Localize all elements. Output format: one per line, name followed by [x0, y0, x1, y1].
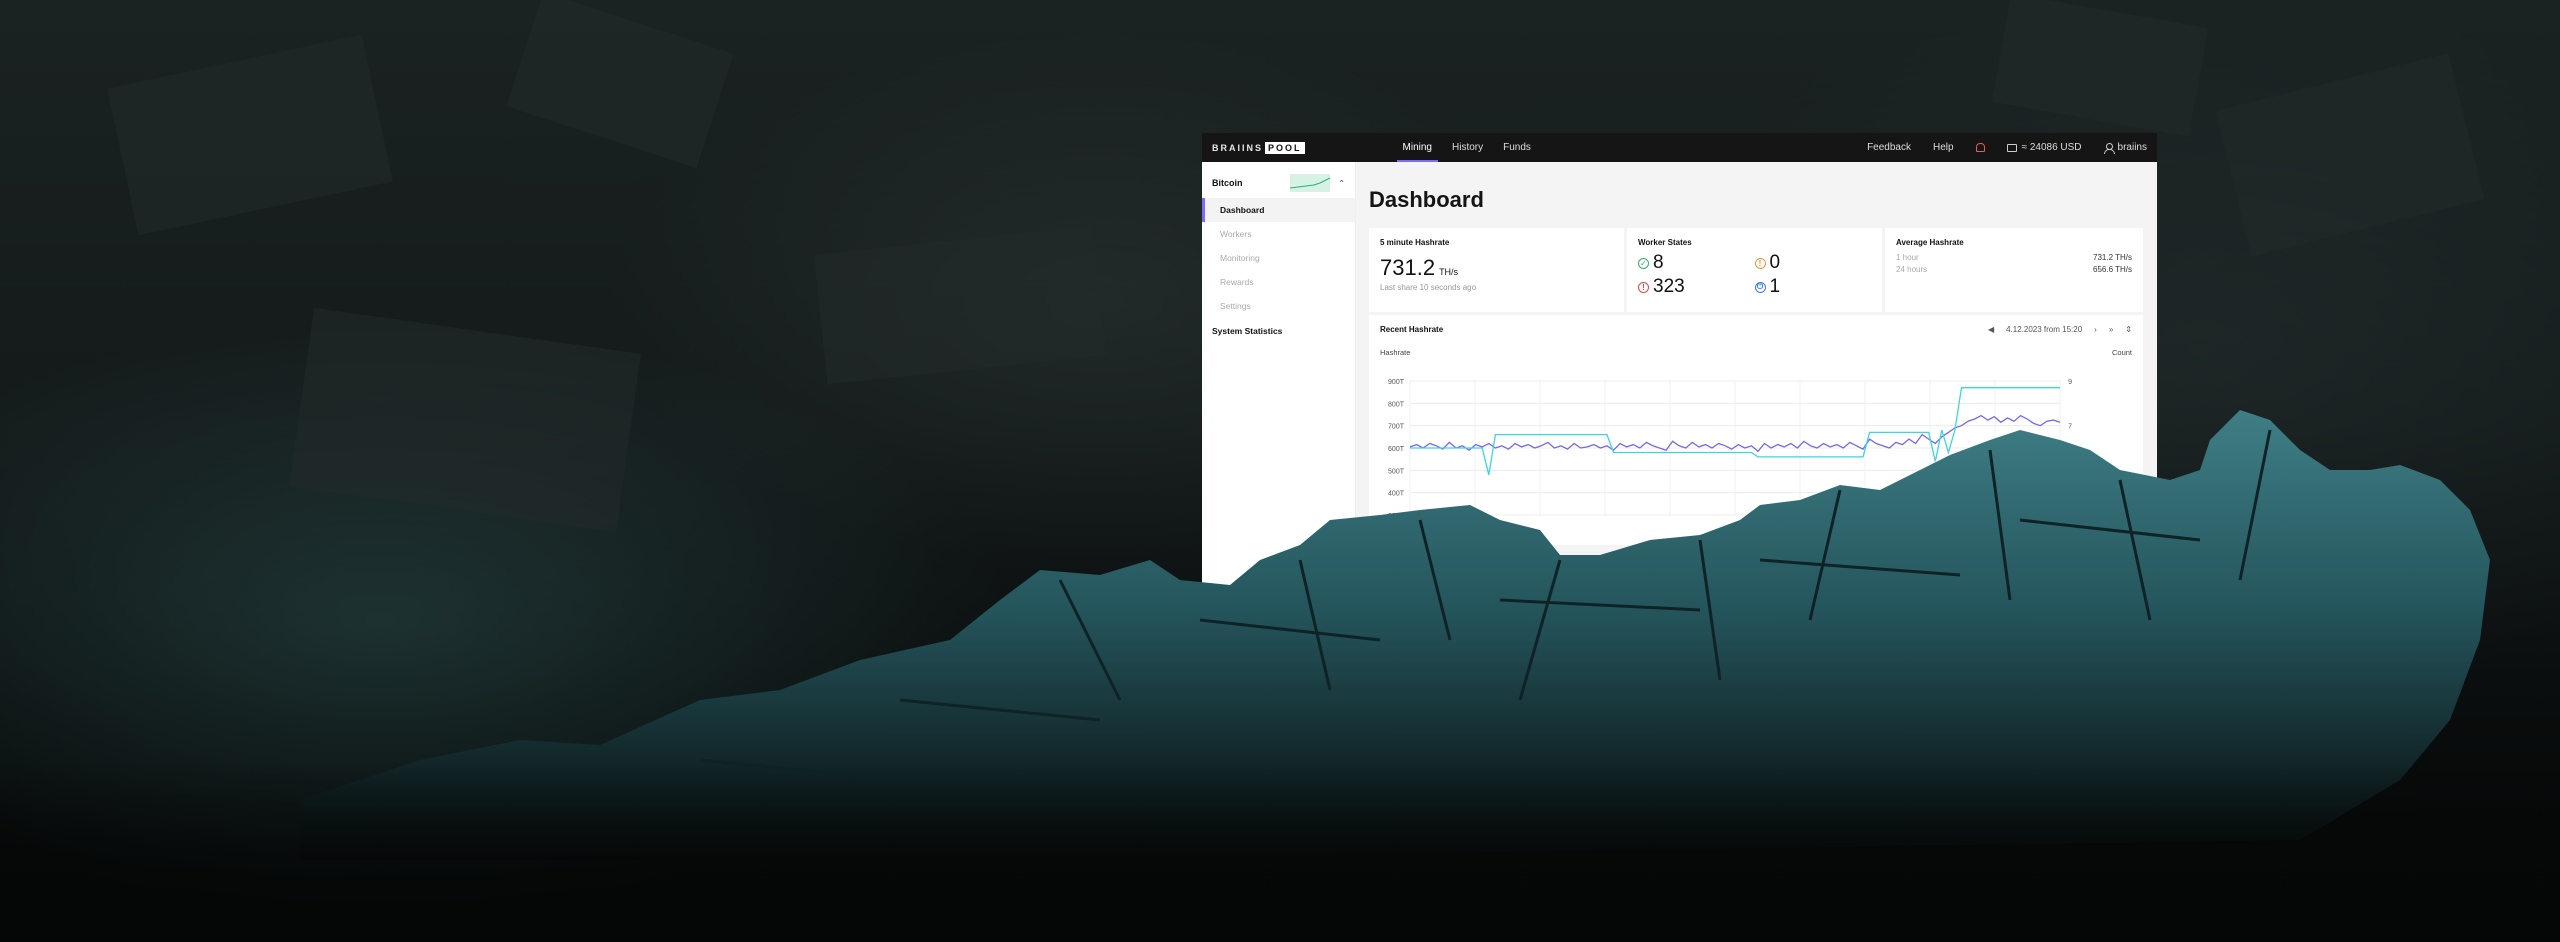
sidebar-item-settings[interactable]: Settings [1202, 294, 1355, 318]
error-circle-icon: ! [1638, 281, 1649, 293]
feedback-link[interactable]: Feedback [1867, 142, 1911, 153]
background-rock [506, 0, 734, 168]
top-right-nav: Feedback Help ≈ 24086 USD braiins [1867, 142, 2147, 154]
coin-sparkline [1290, 174, 1331, 192]
sparkline-chart [1290, 177, 1331, 189]
worker-states-title: Worker States [1638, 238, 1692, 247]
sidebar: Bitcoin ⌃ Dashboard Workers Monitoring R… [1202, 162, 1356, 693]
y2-tick-label: 9 [2068, 379, 2072, 386]
sidebar-item-monitoring[interactable]: Monitoring [1202, 246, 1355, 270]
sidebar-item-rewards[interactable]: Rewards [1202, 270, 1355, 294]
average-hashrate-title: Average Hashrate [1896, 238, 1964, 247]
y-tick-label: 800T [1388, 401, 1405, 408]
y2-tick-label: 3 [2068, 513, 2072, 520]
y-tick-label: 500T [1388, 468, 1405, 475]
date-range-label[interactable]: 4.12.2023 from 15:20 [2006, 325, 2082, 334]
next-range-icon[interactable]: › [2094, 325, 2097, 334]
wallet-icon [2006, 143, 2017, 152]
sidebar-item-dashboard[interactable]: Dashboard [1202, 198, 1355, 222]
y2-tick-label: 7 [2068, 424, 2072, 431]
coin-name: Bitcoin [1212, 178, 1243, 188]
hashrate-card-title: 5 minute Hashrate [1380, 238, 1450, 247]
background-rock [2215, 53, 2485, 257]
username: braiins [2117, 142, 2147, 153]
chevron-up-icon: ⌃ [1338, 178, 1345, 188]
avg-row-24h: 24 hours 656.6 TH/s [1896, 265, 2132, 274]
last-share-text: Last share 10 seconds ago [1380, 283, 1477, 292]
background-rock [107, 34, 393, 236]
right-axis-title: Count [2111, 348, 2132, 357]
help-link[interactable]: Help [1933, 142, 1954, 153]
left-axis-title: Hashrate [1380, 348, 1411, 357]
hashrate-value-row: 731.2 TH/s [1380, 255, 1613, 281]
app-window: BRAIINS POOL Mining History Funds Feedba… [1202, 133, 2157, 693]
y-tick-label: 700T [1388, 424, 1405, 431]
recent-hashrate-card: Recent Hashrate ◀ 4.12.2023 from 15:20 ›… [1369, 315, 2143, 545]
user-menu[interactable]: braiins [2103, 142, 2147, 154]
workers-off[interactable]: ⏻ 1 [1754, 276, 1872, 298]
chart-controls: ◀ 4.12.2023 from 15:20 › » ⇕ [1988, 325, 2132, 334]
workers-warning[interactable]: ! 0 [1754, 252, 1872, 274]
power-icon: ⏻ [1754, 281, 1766, 293]
avg-label: 1 hour [1896, 253, 1919, 262]
page-title: Dashboard [1369, 187, 1484, 212]
background-rock [1991, 0, 2209, 137]
avg-label: 24 hours [1896, 265, 1928, 274]
background-rock [813, 225, 1107, 385]
main-tabs: Mining History Funds [1393, 133, 1541, 162]
main-content: Dashboard 5 minute Hashrate 731.2 TH/s La… [1356, 162, 2157, 693]
sparkline-line [1290, 177, 1331, 189]
sidebar-item-system-statistics[interactable]: System Statistics [1202, 318, 1355, 344]
last-range-icon[interactable]: » [2109, 325, 2113, 334]
worker-states-grid: ✓ 8 ! 0 ! 323 ⏻ 1 [1638, 252, 1871, 298]
chart-header: Recent Hashrate ◀ 4.12.2023 from 15:20 ›… [1380, 325, 2132, 334]
avg-value: 731.2 TH/s [2093, 253, 2132, 262]
logo-pool-badge: POOL [1265, 141, 1305, 154]
balance-button[interactable]: ≈ 24086 USD [2006, 142, 2082, 153]
sidebar-item-workers[interactable]: Workers [1202, 222, 1355, 246]
notifications-button[interactable] [1975, 143, 1985, 152]
bell-icon [1975, 143, 1985, 152]
y-tick-label: 900T [1388, 379, 1405, 386]
avg-value: 656.6 TH/s [2093, 265, 2132, 274]
worker-states-card: Worker States ✓ 8 ! 0 ! 323 ⏻ 1 [1627, 228, 1882, 312]
y-tick-label: 400T [1388, 491, 1405, 498]
workers-ok[interactable]: ✓ 8 [1638, 252, 1755, 274]
tab-mining[interactable]: Mining [1393, 133, 1442, 162]
hashrate-unit: TH/s [1439, 267, 1459, 277]
workers-ok-count: 8 [1653, 252, 1664, 273]
average-hashrate-card: Average Hashrate 1 hour 731.2 TH/s 24 hou… [1885, 228, 2143, 312]
warning-circle-icon: ! [1754, 257, 1766, 269]
y-tick-label: 600T [1388, 446, 1405, 453]
workers-warning-count: 0 [1769, 252, 1781, 273]
hashrate-chart: 900T 800T 700T 600T 500T 400T 300T 9 7 5 3 [1388, 379, 2072, 520]
workers-error-count: 323 [1653, 276, 1685, 297]
tab-funds[interactable]: Funds [1493, 133, 1541, 162]
braiins-pool-logo[interactable]: BRAIINS POOL [1212, 141, 1305, 154]
y2-tick-label: 5 [2068, 468, 2072, 475]
prev-range-icon[interactable]: ◀ [1988, 325, 1994, 334]
background-rock [289, 307, 641, 533]
workers-off-count: 1 [1769, 276, 1781, 297]
chart-title: Recent Hashrate [1380, 325, 1444, 334]
coin-selector[interactable]: Bitcoin ⌃ [1202, 172, 1355, 194]
stat-cards: 5 minute Hashrate 731.2 TH/s Last share 1… [1369, 228, 2143, 312]
y-tick-label: 300T [1388, 513, 1405, 520]
workers-error[interactable]: ! 323 [1638, 276, 1755, 298]
check-circle-icon: ✓ [1638, 257, 1649, 269]
tab-history[interactable]: History [1442, 133, 1493, 162]
avg-row-1h: 1 hour 731.2 TH/s [1896, 253, 2132, 262]
axis-titles: Hashrate Count [1380, 348, 2132, 357]
top-navbar: BRAIINS POOL Mining History Funds Feedba… [1202, 133, 2157, 162]
balance-value: ≈ 24086 USD [2021, 142, 2082, 153]
hashrate-card: 5 minute Hashrate 731.2 TH/s Last share 1… [1369, 228, 1624, 312]
logo-text: BRAIINS [1212, 142, 1264, 153]
user-icon [2103, 142, 2115, 154]
sort-icon[interactable]: ⇕ [2125, 325, 2132, 334]
hashrate-value: 731.2 [1380, 255, 1436, 280]
